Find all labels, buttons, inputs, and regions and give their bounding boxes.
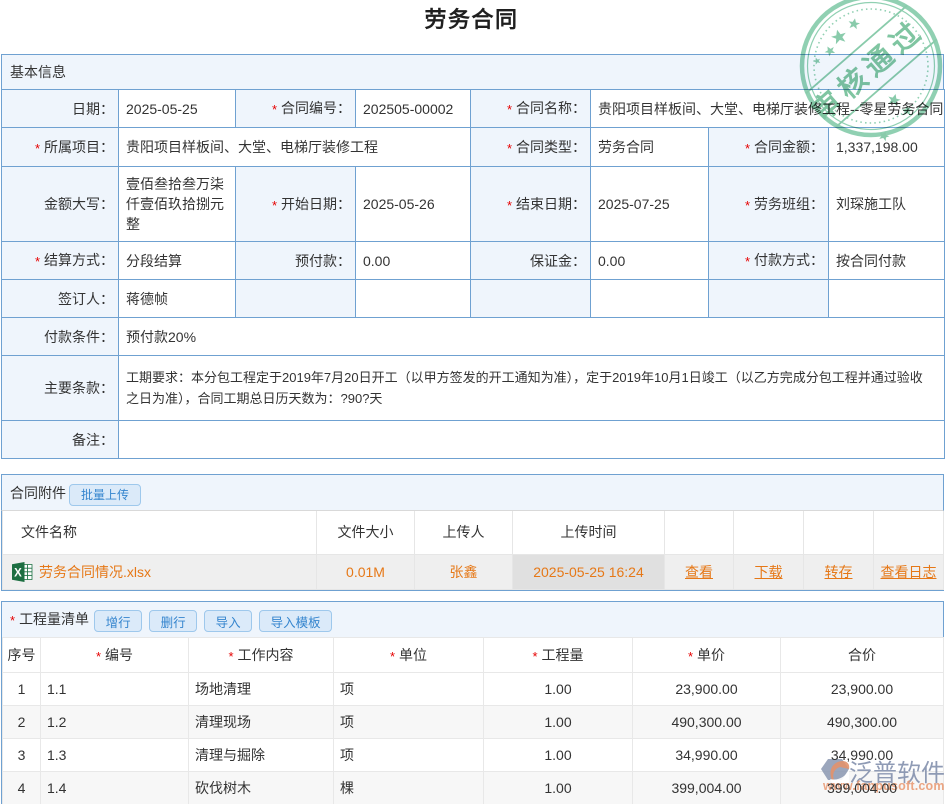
svg-text:审核通过: 审核通过 [805, 13, 931, 128]
svg-text:X: X [14, 567, 22, 579]
